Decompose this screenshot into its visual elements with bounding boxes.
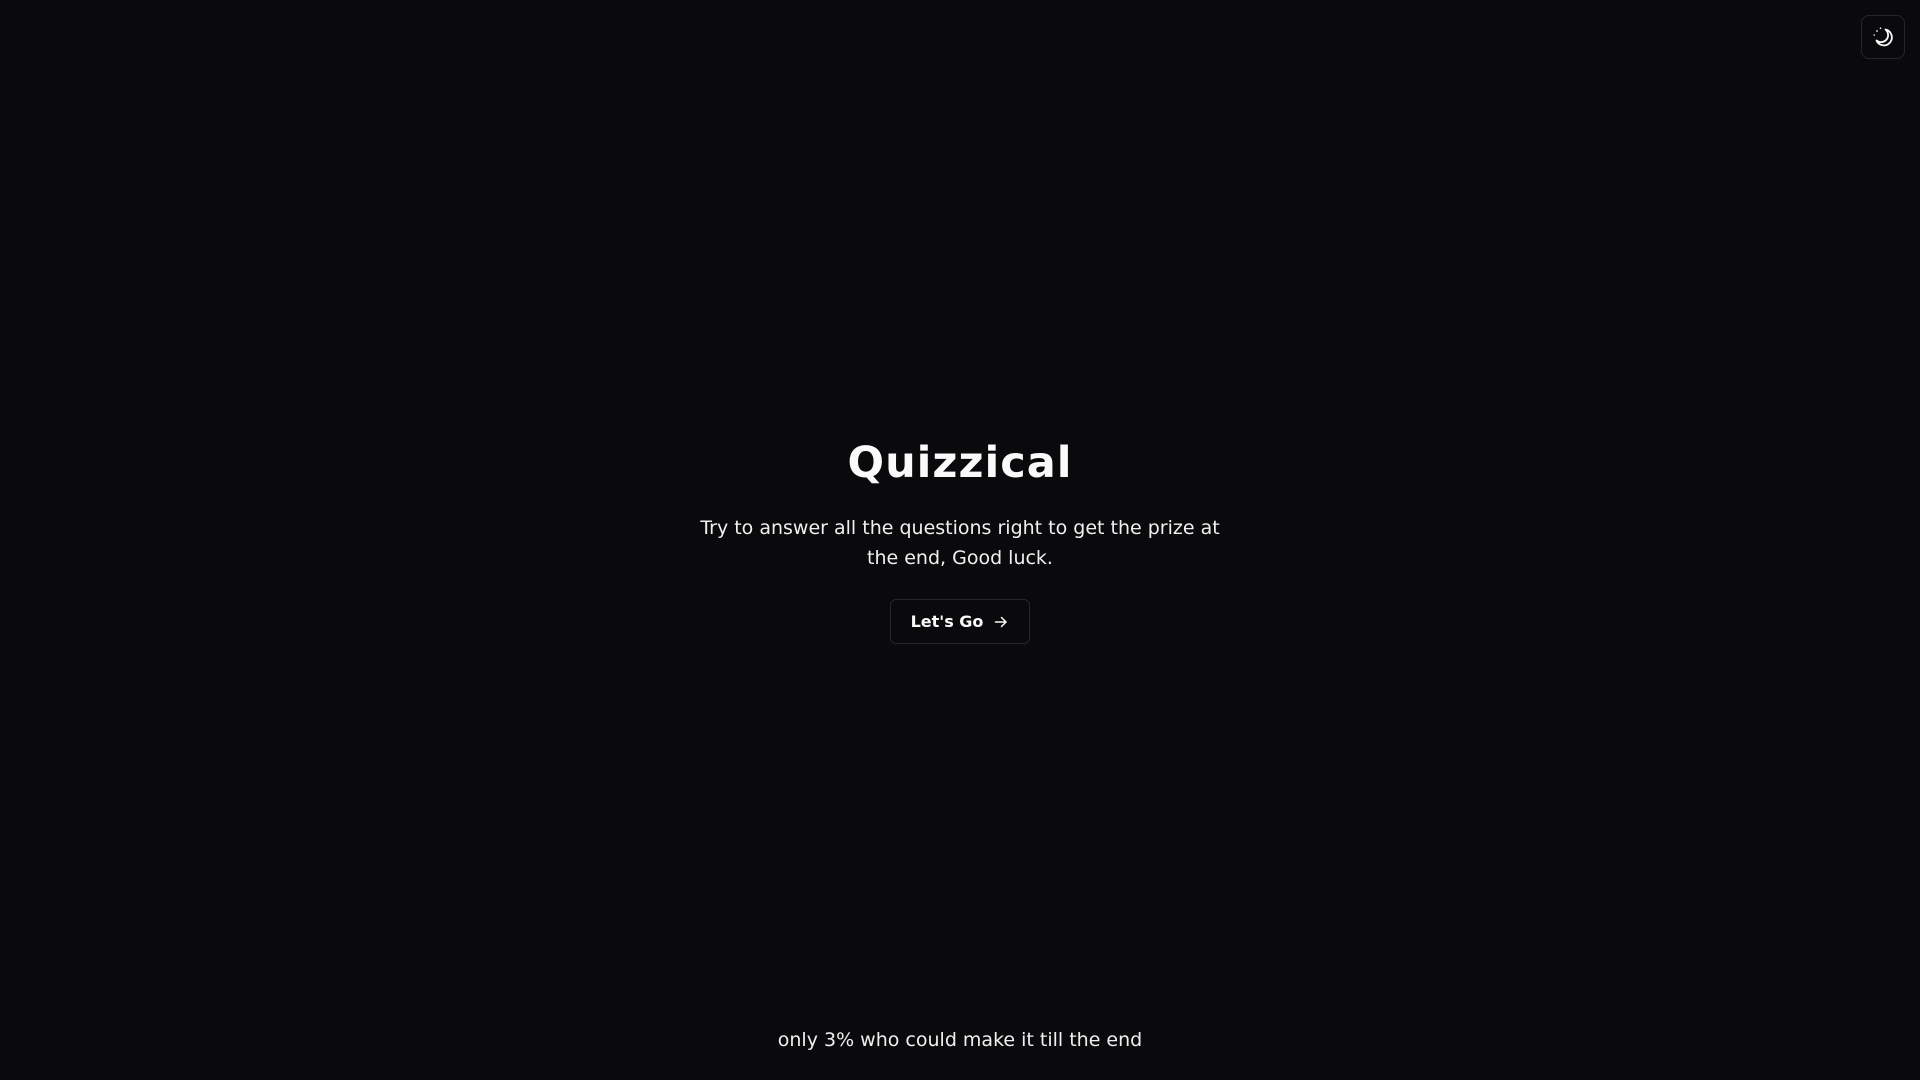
page-title: Quizzical (847, 438, 1073, 488)
moon-stars-icon (1871, 25, 1895, 49)
footer-note: only 3% who could make it till the end (777, 1029, 1143, 1051)
landing-page: Quizzical Try to answer all the question… (0, 0, 1920, 1080)
arrow-right-icon (993, 614, 1009, 630)
lets-go-button-label: Let's Go (910, 612, 984, 631)
lets-go-button[interactable]: Let's Go (889, 599, 1031, 644)
page-subtitle: Try to answer all the questions right to… (700, 517, 1220, 569)
theme-toggle-button[interactable] (1861, 15, 1905, 59)
hero-section: Quizzical Try to answer all the question… (0, 435, 1920, 644)
